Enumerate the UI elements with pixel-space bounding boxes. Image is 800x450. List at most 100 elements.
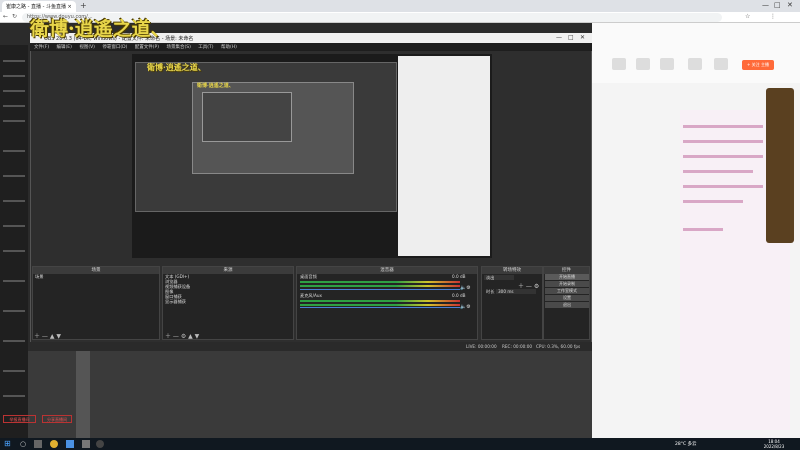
chrome-icon[interactable] xyxy=(50,440,58,448)
obs-close-icon[interactable]: ✕ xyxy=(580,34,585,41)
windows-start-icon[interactable]: ⊞ xyxy=(4,440,12,448)
mixer-dock-title: 混音器 xyxy=(297,267,477,274)
sidebar-item[interactable] xyxy=(3,120,25,122)
gift-icon[interactable] xyxy=(714,58,728,70)
exit-button[interactable]: 退出 xyxy=(545,302,589,308)
sidebar-item[interactable] xyxy=(3,75,25,77)
controls-dock-title: 控件 xyxy=(544,267,589,274)
nested-preview xyxy=(202,92,292,142)
menu-view[interactable]: 视图(V) xyxy=(79,45,95,50)
scene-add-icon[interactable]: ＋ — ▲ ▼ xyxy=(34,331,61,340)
obs-status-bar: LIVE: 00:00:00 REC: 00:00:00 CPU: 0.3%, … xyxy=(30,342,592,351)
clock-date: 2022/8/23 xyxy=(763,444,785,449)
site-sidebar xyxy=(0,45,28,438)
scenes-dock-title: 场景 xyxy=(33,267,159,274)
chat-message xyxy=(683,185,763,188)
menu-icon[interactable]: ⋮ xyxy=(770,13,776,20)
preview-watermark: 衛博·逍遙之道、 xyxy=(197,83,234,89)
gift-icon[interactable] xyxy=(660,58,674,70)
chat-message xyxy=(683,228,723,231)
menu-file[interactable]: 文件(F) xyxy=(34,45,49,50)
rank-banner[interactable] xyxy=(766,88,794,243)
follow-button[interactable]: + 关注 主播 xyxy=(742,60,774,70)
right-panel-header xyxy=(592,23,800,83)
stream-watermark: 衛博·逍遙之道、 xyxy=(30,18,170,40)
settings-button[interactable]: 设置 xyxy=(545,295,589,301)
source-item[interactable]: 显示器捕获 xyxy=(163,299,293,304)
volume-slider[interactable] xyxy=(300,289,460,290)
scenes-dock: 场景 场景 xyxy=(32,266,160,340)
scroll-area[interactable] xyxy=(76,351,90,438)
source-add-icon[interactable]: ＋ — ⚙ ▲ ▼ xyxy=(165,331,199,340)
speaker-icon[interactable]: 🔈⚙ xyxy=(460,285,471,291)
sidebar-item[interactable] xyxy=(3,340,25,342)
sidebar-item[interactable] xyxy=(3,370,25,372)
search-icon[interactable]: ○ xyxy=(20,440,28,448)
app-icon[interactable] xyxy=(82,440,90,448)
sidebar-item[interactable] xyxy=(3,90,25,92)
menu-tools[interactable]: 工具(T) xyxy=(198,45,213,50)
sidebar-item[interactable] xyxy=(3,225,25,227)
sidebar-item[interactable] xyxy=(3,250,25,252)
menu-profile[interactable]: 配置文件(P) xyxy=(135,45,159,50)
chat-message xyxy=(683,125,763,128)
nested-browser xyxy=(398,56,490,256)
maximize-icon[interactable]: □ xyxy=(774,1,781,9)
sidebar-item[interactable] xyxy=(3,310,25,312)
bookmark-icon[interactable]: ☆ xyxy=(745,13,750,20)
chat-message xyxy=(683,140,763,143)
duration-field[interactable]: 300 ms xyxy=(496,289,536,294)
obs-minimize-icon[interactable]: — xyxy=(556,34,562,41)
menu-docks[interactable]: 停靠窗口(D) xyxy=(102,45,127,50)
obs-maximize-icon[interactable]: □ xyxy=(568,34,574,41)
preview-watermark: 衛博·逍遙之道、 xyxy=(147,62,206,72)
sidebar-item[interactable] xyxy=(3,280,25,282)
mixer-track-db: 0.0 dB xyxy=(452,274,466,279)
volume-meter xyxy=(300,304,460,306)
new-tab-icon[interactable]: + xyxy=(80,1,87,10)
transition-select[interactable]: 淡出 xyxy=(484,275,514,280)
refresh-icon[interactable]: ↻ xyxy=(12,13,17,20)
chat-message xyxy=(683,170,753,173)
task-view-icon[interactable] xyxy=(34,440,42,448)
explorer-icon[interactable] xyxy=(66,440,74,448)
page-content xyxy=(28,351,592,438)
sidebar-item[interactable] xyxy=(3,175,25,177)
rec-status: REC: 00:00:00 xyxy=(502,344,533,349)
sources-dock-title: 来源 xyxy=(163,267,293,274)
mixer-track-name: 桌面音频 xyxy=(300,274,317,279)
mixer-track-name: 麦克风/Aux xyxy=(300,293,322,298)
volume-meter xyxy=(300,300,460,302)
sidebar-item[interactable] xyxy=(3,200,25,202)
sidebar-item[interactable] xyxy=(3,395,25,397)
weather[interactable]: 28°C 多云 xyxy=(675,441,697,447)
sidebar-item[interactable] xyxy=(3,60,25,62)
duration-label: 时长 xyxy=(486,289,495,294)
cpu-status: CPU: 0.3%, 60.00 fps xyxy=(536,344,581,349)
sidebar-item[interactable] xyxy=(3,150,25,152)
share-button[interactable]: 分享直播间 xyxy=(42,415,72,423)
chat-message xyxy=(683,200,743,203)
scene-item[interactable]: 场景 xyxy=(33,274,159,279)
report-button[interactable]: 举报直播间 xyxy=(3,415,36,423)
gift-icon[interactable] xyxy=(688,58,702,70)
sources-dock: 来源 文本 (GDI+) 浏览器 视频捕获设备 图像 窗口捕获 显示器捕获 xyxy=(162,266,294,340)
menu-scene-collection[interactable]: 场景集合(S) xyxy=(166,45,190,50)
sidebar-item[interactable] xyxy=(3,105,25,107)
menu-help[interactable]: 帮助(H) xyxy=(221,45,237,50)
obs-icon[interactable] xyxy=(96,440,104,448)
browser-tab[interactable]: 崔康之路 - 直播 - 斗鱼直播 × xyxy=(2,1,76,12)
gift-icon[interactable] xyxy=(636,58,650,70)
minimize-icon[interactable]: — xyxy=(762,1,769,9)
speaker-icon[interactable]: 🔈⚙ xyxy=(460,304,471,310)
clock[interactable]: 18:04 2022/8/23 xyxy=(760,439,788,449)
close-icon[interactable]: ✕ xyxy=(787,1,793,9)
gift-icon[interactable] xyxy=(612,58,626,70)
studio-mode-button[interactable]: 工作室模式 xyxy=(545,288,589,294)
start-recording-button[interactable]: 开始录制 xyxy=(545,281,589,287)
menu-edit[interactable]: 编辑(E) xyxy=(57,45,72,50)
volume-slider[interactable] xyxy=(300,307,460,308)
live-status: LIVE: 00:00:00 xyxy=(466,344,497,349)
start-streaming-button[interactable]: 开始直播 xyxy=(545,274,589,280)
back-icon[interactable]: ← xyxy=(3,13,8,20)
